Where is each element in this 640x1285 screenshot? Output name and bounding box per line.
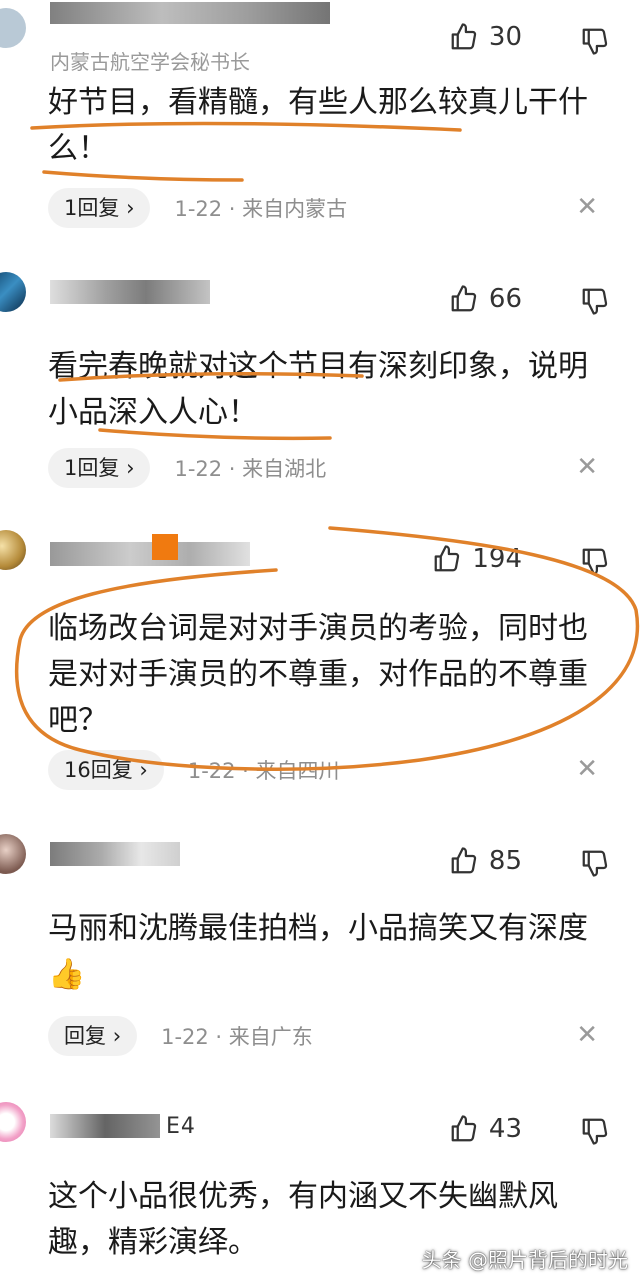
- watermark: 头条 @照片背后的时光: [421, 1248, 628, 1272]
- dislike-button[interactable]: [580, 848, 610, 878]
- thumbs-up-icon: [449, 22, 479, 52]
- thumbs-up-icon: [432, 544, 462, 574]
- author-subtitle: 内蒙古航空学会秘书长: [50, 50, 250, 74]
- dislike-button[interactable]: [580, 26, 610, 56]
- chevron-right-icon: ›: [139, 758, 148, 782]
- like-count: 194: [472, 544, 522, 574]
- avatar[interactable]: [0, 530, 26, 570]
- comment-meta: 1-22 · 来自广东: [161, 1025, 313, 1049]
- reply-label: 16回复: [64, 758, 133, 782]
- reply-button[interactable]: 16回复 ›: [48, 750, 164, 790]
- author-name-blurred[interactable]: [50, 842, 180, 866]
- like-button[interactable]: 66: [449, 284, 522, 314]
- comment-text: 看完春晚就对这个节目有深刻印象，说明小品深入人心！: [48, 349, 588, 430]
- dislike-button[interactable]: [580, 546, 610, 576]
- avatar[interactable]: [0, 1102, 26, 1142]
- comment-meta: 1-22 · 来自四川: [187, 759, 340, 783]
- dislike-button[interactable]: [580, 1116, 610, 1146]
- reply-row: 回复 › 1-22 · 来自广东: [48, 1016, 313, 1056]
- comment-text: 马丽和沈腾最佳拍档，小品搞笑又有深度👍: [48, 911, 588, 992]
- close-icon[interactable]: ✕: [576, 1020, 598, 1050]
- like-count: 30: [488, 22, 522, 52]
- underline-mark: [42, 170, 244, 182]
- comment-text: 好节目，看精髓，有些人那么较真儿干什么！: [48, 85, 588, 166]
- like-count: 85: [488, 846, 522, 876]
- author-name[interactable]: E4: [166, 1114, 196, 1139]
- chevron-right-icon: ›: [126, 456, 135, 480]
- chevron-right-icon: ›: [126, 196, 135, 220]
- dislike-button[interactable]: [580, 286, 610, 316]
- avatar[interactable]: [0, 834, 26, 874]
- thumbs-up-icon: [449, 284, 479, 314]
- reply-label: 1回复: [64, 456, 120, 480]
- close-icon[interactable]: ✕: [576, 452, 598, 482]
- author-name-blurred[interactable]: [50, 1114, 160, 1138]
- reply-button[interactable]: 1回复 ›: [48, 188, 151, 228]
- thumbs-up-icon: [449, 1114, 479, 1144]
- avatar[interactable]: [0, 272, 26, 312]
- author-name-blurred[interactable]: [50, 2, 330, 24]
- thumbs-down-icon: [580, 26, 610, 56]
- author-name-blurred: [152, 534, 178, 560]
- chevron-right-icon: ›: [112, 1024, 122, 1048]
- thumbs-down-icon: [580, 286, 610, 316]
- avatar[interactable]: [0, 8, 26, 48]
- like-count: 66: [488, 284, 522, 314]
- like-button[interactable]: 194: [432, 544, 522, 574]
- author-name-blurred[interactable]: [50, 542, 250, 566]
- close-icon[interactable]: ✕: [576, 192, 598, 222]
- reply-label: 回复: [64, 1024, 106, 1048]
- thumbs-down-icon: [580, 848, 610, 878]
- comment-meta: 1-22 · 来自湖北: [174, 457, 327, 481]
- thumbs-down-icon: [580, 546, 610, 576]
- reply-button[interactable]: 1回复 ›: [48, 448, 151, 488]
- comment-text: 临场改台词是对对手演员的考验，同时也是对对手演员的不尊重，对作品的不尊重吧？: [48, 611, 588, 738]
- reply-row: 1回复 › 1-22 · 来自湖北: [48, 448, 326, 488]
- reply-row: 1回复 › 1-22 · 来自内蒙古: [48, 188, 347, 228]
- comment-meta: 1-22 · 来自内蒙古: [174, 197, 348, 221]
- like-count: 43: [488, 1114, 522, 1144]
- like-button[interactable]: 85: [449, 846, 522, 876]
- thumbs-down-icon: [580, 1116, 610, 1146]
- reply-button[interactable]: 回复 ›: [48, 1016, 138, 1056]
- author-name-blurred[interactable]: [50, 280, 210, 304]
- reply-row: 16回复 › 1-22 · 来自四川: [48, 750, 340, 790]
- close-icon[interactable]: ✕: [576, 754, 598, 784]
- like-button[interactable]: 30: [449, 22, 522, 52]
- like-button[interactable]: 43: [449, 1114, 522, 1144]
- thumbs-up-icon: [449, 846, 479, 876]
- reply-label: 1回复: [64, 196, 120, 220]
